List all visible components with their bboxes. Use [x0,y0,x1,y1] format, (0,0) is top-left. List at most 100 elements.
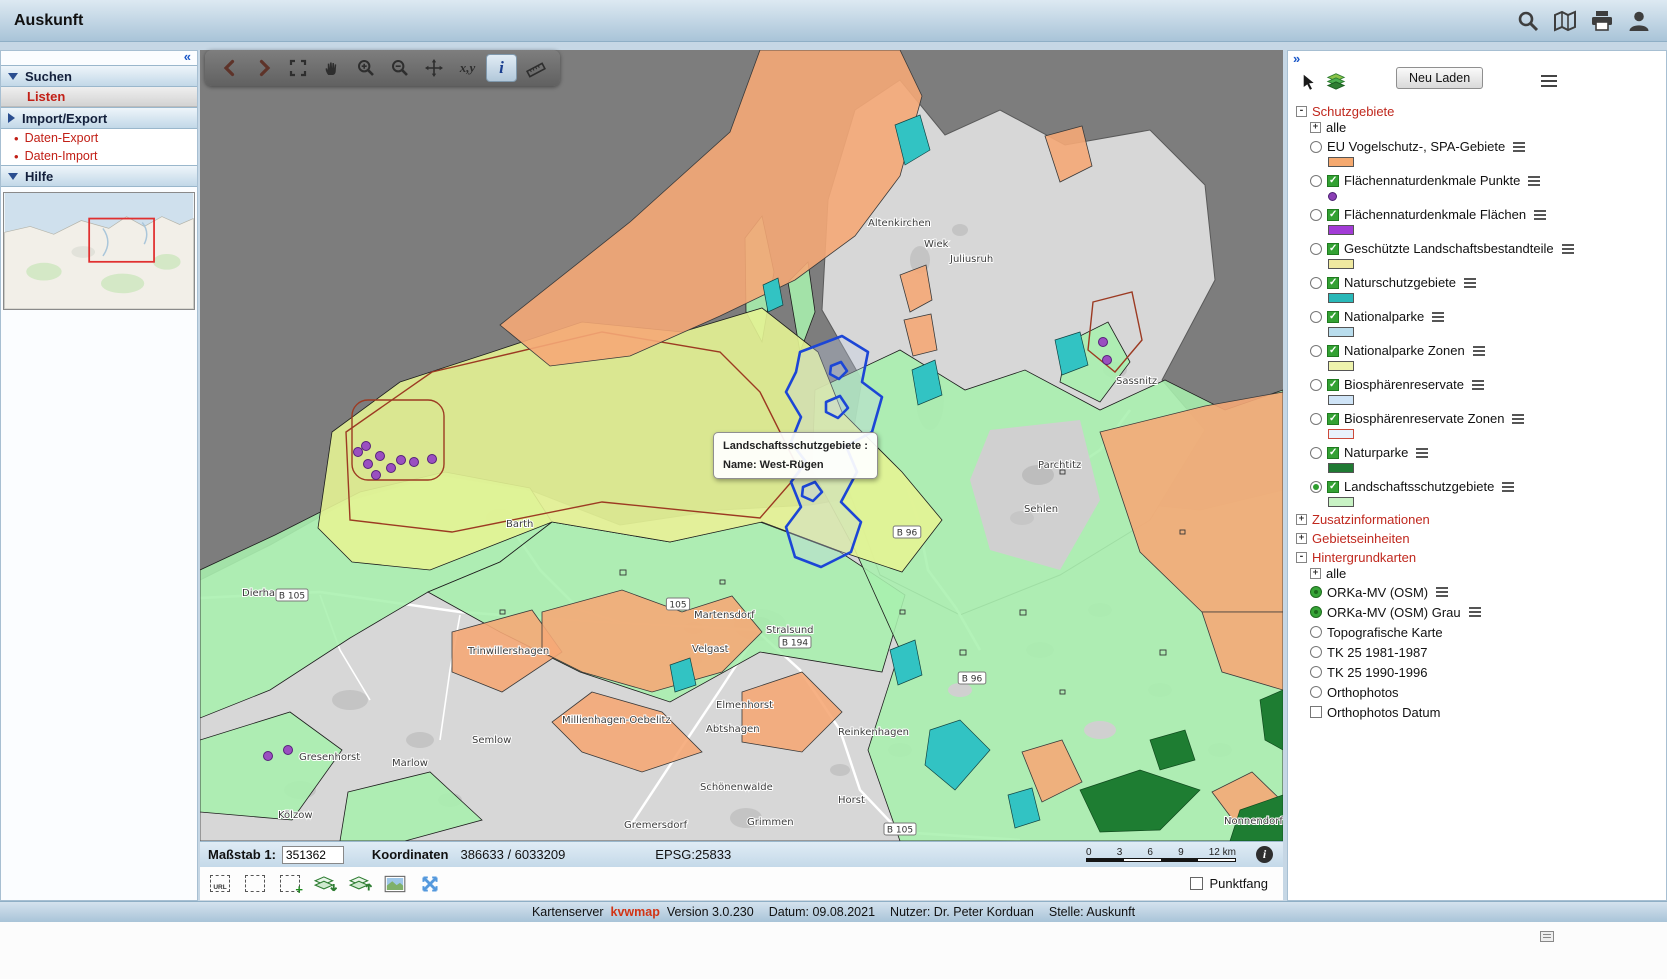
info-button[interactable]: i [486,54,517,82]
jump-coordinates-button[interactable]: x,y [452,54,483,82]
sidebar-item-listen[interactable]: Listen [1,87,197,107]
footer-brand[interactable]: kvwmap [611,905,660,919]
layer-menu-icon[interactable] [1513,142,1525,152]
section-hilfe[interactable]: Hilfe [1,165,197,187]
layer-radio[interactable] [1310,447,1322,459]
layer-export-icon[interactable] [313,872,337,896]
layer-item-nationalparke[interactable]: Nationalparke [1296,308,1662,325]
layer-item-topografische-karte[interactable]: Topografische Karte [1296,623,1662,641]
layer-radio[interactable] [1310,413,1322,425]
expander-icon[interactable]: + [1296,514,1307,525]
layer-group-schutzgebiete[interactable]: -Schutzgebiete [1296,103,1662,120]
layer-radio[interactable] [1310,277,1322,289]
layer-menu-icon[interactable] [1473,346,1485,356]
collapse-left-icon[interactable]: « [184,49,191,64]
layer-item-eu-vogelschutz-spa-gebiete[interactable]: EU Vogelschutz-, SPA-Gebiete [1296,138,1662,155]
pan-button[interactable] [316,54,347,82]
select-box-icon[interactable] [243,872,267,896]
layer-item-tk-25-1990-1996[interactable]: TK 25 1990-1996 [1296,663,1662,681]
layer-checkbox[interactable] [1327,209,1339,221]
url-box-icon[interactable]: URL [208,872,232,896]
layer-radio[interactable] [1310,606,1322,618]
image-export-icon[interactable] [383,872,407,896]
layer-menu-icon[interactable] [1534,210,1546,220]
layer-menu-icon[interactable] [1416,448,1428,458]
layer-menu-icon[interactable] [1528,176,1540,186]
section-import-export[interactable]: Import/Export [1,107,197,129]
layer-checkbox[interactable] [1327,311,1339,323]
layer-import-icon[interactable] [348,872,372,896]
layer-menu-icon[interactable] [1512,414,1524,424]
layer-group-hintergrundkarten[interactable]: -Hintergrundkarten [1296,549,1662,566]
layer-item-biosph-renreservate-zonen[interactable]: Biosphärenreservate Zonen [1296,410,1662,427]
layer-item-naturparke[interactable]: Naturparke [1296,444,1662,461]
punktfang-toggle[interactable]: Punktfang [1190,876,1268,891]
layer-item-orthophotos-datum[interactable]: Orthophotos Datum [1296,703,1662,721]
user-icon[interactable] [1627,9,1651,33]
layer-radio[interactable] [1310,646,1322,658]
layer-radio[interactable] [1310,209,1322,221]
layer-checkbox[interactable] [1327,447,1339,459]
layer-item-fl-chennaturdenkmale-fl-chen[interactable]: Flächennaturdenkmale Flächen [1296,206,1662,223]
map-icon[interactable] [1553,9,1577,33]
layer-checkbox[interactable] [1327,481,1339,493]
layer-radio[interactable] [1310,175,1322,187]
layer-checkbox[interactable] [1310,706,1322,718]
layer-menu-icon[interactable] [1436,587,1448,597]
back-button[interactable] [214,54,245,82]
search-icon[interactable] [1516,9,1540,33]
layer-item-fl-chennaturdenkmale-punkte[interactable]: Flächennaturdenkmale Punkte [1296,172,1662,189]
identify-cursor-icon[interactable] [1301,73,1319,96]
overview-map[interactable] [3,192,195,310]
layer-menu-icon[interactable] [1562,244,1574,254]
layer-checkbox[interactable] [1327,379,1339,391]
layer-alle-toggle[interactable]: +alle [1296,566,1662,581]
layer-radio[interactable] [1310,243,1322,255]
forward-button[interactable] [248,54,279,82]
layer-group-zusatzinformationen[interactable]: +Zusatzinformationen [1296,511,1662,528]
select-add-box-icon[interactable] [278,872,302,896]
layer-radio[interactable] [1310,626,1322,638]
map-area[interactable]: AltenkirchenWiekJuliusruhSassnitzParchti… [200,50,1283,841]
window-status-icon[interactable] [1540,931,1554,942]
layer-radio[interactable] [1310,311,1322,323]
layer-menu-icon[interactable] [1502,482,1514,492]
layer-radio[interactable] [1310,141,1322,153]
punktfang-checkbox[interactable] [1190,877,1203,890]
layer-item-orthophotos[interactable]: Orthophotos [1296,683,1662,701]
layer-radio[interactable] [1310,666,1322,678]
layer-item-gesch-tzte-landschaftsbestandteile[interactable]: Geschützte Landschaftsbestandteile [1296,240,1662,257]
scale-input[interactable] [282,846,344,864]
expand-right-icon[interactable]: » [1293,51,1300,66]
layer-menu-icon[interactable] [1472,380,1484,390]
layer-checkbox[interactable] [1327,175,1339,187]
section-suchen[interactable]: Suchen [1,65,197,87]
zoom-out-button[interactable] [384,54,415,82]
layer-radio[interactable] [1310,481,1322,493]
print-icon[interactable] [1590,9,1614,33]
measure-button[interactable] [520,54,551,82]
expander-icon[interactable]: - [1296,552,1307,563]
layer-item-tk-25-1981-1987[interactable]: TK 25 1981-1987 [1296,643,1662,661]
layer-item-landschaftsschutzgebiete[interactable]: Landschaftsschutzgebiete [1296,478,1662,495]
recenter-button[interactable] [418,54,449,82]
layer-group-gebietseinheiten[interactable]: +Gebietseinheiten [1296,530,1662,547]
layer-checkbox[interactable] [1327,345,1339,357]
expander-icon[interactable]: + [1310,568,1321,579]
layer-item-orka-mv-osm[interactable]: ORKa-MV (OSM) [1296,583,1662,601]
expander-icon[interactable]: + [1310,122,1321,133]
sidebar-item-daten-export[interactable]: Daten-Export [1,129,197,147]
layer-menu-icon[interactable] [1469,607,1481,617]
layer-menu-icon[interactable] [1464,278,1476,288]
layer-radio[interactable] [1310,686,1322,698]
layer-radio[interactable] [1310,379,1322,391]
sidebar-collapse[interactable]: « [1,51,197,65]
layer-radio[interactable] [1310,586,1322,598]
zoom-in-button[interactable] [350,54,381,82]
reload-button[interactable]: Neu Laden [1396,67,1483,89]
layer-item-nationalparke-zonen[interactable]: Nationalparke Zonen [1296,342,1662,359]
layer-radio[interactable] [1310,345,1322,357]
layer-checkbox[interactable] [1327,413,1339,425]
zoom-extent-button[interactable] [282,54,313,82]
layer-item-orka-mv-osm-grau[interactable]: ORKa-MV (OSM) Grau [1296,603,1662,621]
